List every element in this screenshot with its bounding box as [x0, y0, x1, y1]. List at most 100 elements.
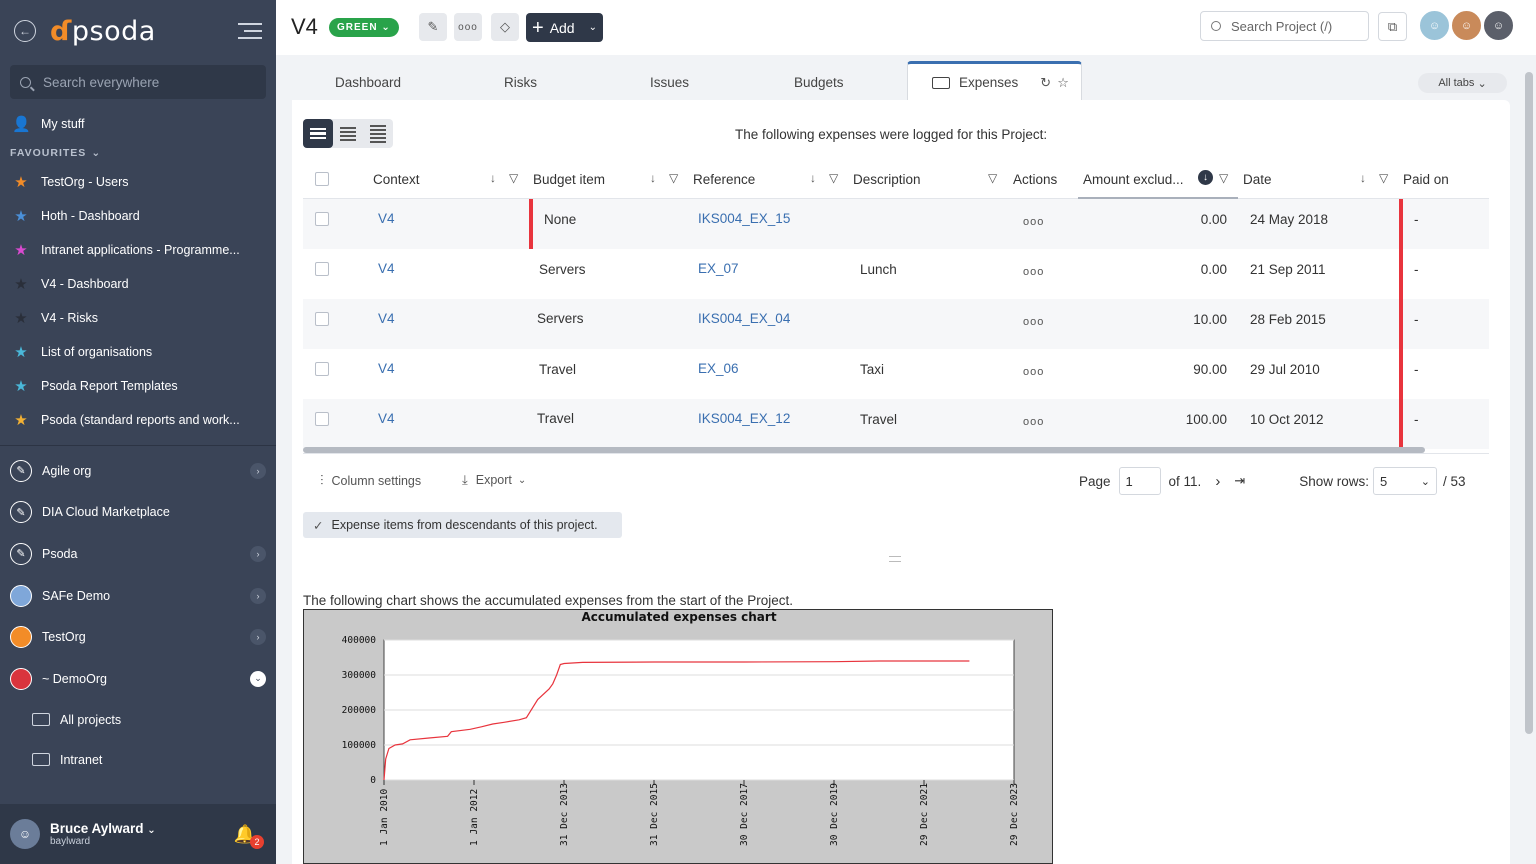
last-page-icon[interactable]: ⇥ — [1234, 473, 1245, 489]
sort-descending-icon[interactable]: ↓ — [1198, 170, 1213, 185]
row-reference-link[interactable]: IKS004_EX_12 — [698, 411, 790, 426]
table-row[interactable]: V4 Travel IKS004_EX_12 Travel ooo 100.00… — [303, 399, 1489, 449]
filter-icon[interactable]: ▽ — [509, 171, 518, 185]
back-arrow-icon[interactable]: ← — [14, 20, 36, 42]
favourite-item[interactable]: ★ V4 - Risks — [0, 301, 276, 335]
psoda-logo[interactable]: ɗpsoda — [50, 16, 156, 47]
org-item[interactable]: SAFe Demo › — [0, 575, 276, 617]
refresh-icon[interactable]: ↻ — [1040, 75, 1051, 91]
org-item[interactable]: ✎ Psoda › — [0, 533, 276, 575]
row-checkbox[interactable] — [315, 362, 329, 376]
resize-handle-icon[interactable] — [889, 556, 901, 562]
chevron-right-icon[interactable]: › — [250, 545, 266, 562]
row-actions-icon[interactable]: ooo — [1023, 216, 1044, 228]
row-checkbox[interactable] — [315, 312, 329, 326]
tag-icon[interactable]: ◇ — [491, 13, 519, 41]
chevron-down-icon[interactable]: ⌄ — [250, 670, 266, 687]
table-row[interactable]: V4 Servers EX_07 Lunch ooo 0.00 21 Sep 2… — [303, 249, 1489, 299]
avatar[interactable]: ☺ — [1418, 9, 1451, 42]
org-item[interactable]: ✎ Agile org › — [0, 450, 276, 492]
avatar[interactable]: ☺ — [1450, 9, 1483, 42]
avatar[interactable]: ☺ — [1482, 9, 1515, 42]
column-header-reference[interactable]: Reference — [693, 172, 755, 187]
favourite-item[interactable]: ★ Psoda Report Templates — [0, 369, 276, 403]
row-checkbox[interactable] — [315, 262, 329, 276]
project-search-input[interactable]: Search Project (/) — [1200, 11, 1369, 41]
add-button[interactable]: + Add ⌄ — [526, 13, 603, 42]
global-search-input[interactable]: Search everywhere — [10, 65, 266, 99]
more-options-icon[interactable]: ooo — [454, 13, 482, 41]
column-header-amount[interactable]: Amount exclud... — [1083, 172, 1184, 187]
row-context-link[interactable]: V4 — [378, 211, 395, 226]
view-dense-icon[interactable] — [363, 119, 393, 148]
next-page-icon[interactable]: › — [1215, 473, 1220, 490]
row-context-link[interactable]: V4 — [378, 311, 395, 326]
row-checkbox[interactable] — [315, 412, 329, 426]
table-row[interactable]: V4 None IKS004_EX_15 ooo 0.00 24 May 201… — [303, 199, 1489, 249]
status-badge[interactable]: GREEN ⌄ — [329, 18, 399, 37]
row-actions-icon[interactable]: ooo — [1023, 416, 1044, 428]
favourite-item[interactable]: ★ List of organisations — [0, 335, 276, 369]
favourite-item[interactable]: ★ Intranet applications - Programme... — [0, 233, 276, 267]
column-header-description[interactable]: Description — [853, 172, 921, 187]
notifications-bell-icon[interactable]: 🔔 2 — [234, 824, 264, 849]
sort-arrow-icon[interactable]: ↓ — [810, 171, 816, 185]
row-reference-link[interactable]: IKS004_EX_04 — [698, 311, 790, 326]
org-item[interactable]: ✎ DIA Cloud Marketplace — [0, 492, 276, 534]
filter-icon[interactable]: ▽ — [1379, 171, 1388, 185]
edit-pencil-icon[interactable]: ✎ — [419, 13, 447, 41]
sort-arrow-icon[interactable]: ↓ — [650, 171, 656, 185]
chevron-right-icon[interactable]: › — [250, 462, 266, 479]
row-actions-icon[interactable]: ooo — [1023, 366, 1044, 378]
table-row[interactable]: V4 Travel EX_06 Taxi ooo 90.00 29 Jul 20… — [303, 349, 1489, 399]
my-stuff-link[interactable]: 👤 My stuff — [0, 107, 276, 141]
row-reference-link[interactable]: IKS004_EX_15 — [698, 211, 790, 226]
row-context-link[interactable]: V4 — [378, 361, 395, 376]
column-header-date[interactable]: Date — [1243, 172, 1272, 187]
tab-issues[interactable]: Issues — [650, 75, 689, 90]
star-icon[interactable]: ☆ — [1057, 75, 1069, 91]
tab-risks[interactable]: Risks — [504, 75, 537, 90]
tab-expenses[interactable]: Expenses ↻ ☆ — [907, 61, 1082, 101]
row-actions-icon[interactable]: ooo — [1023, 316, 1044, 328]
sort-arrow-icon[interactable]: ↓ — [490, 171, 496, 185]
chevron-right-icon[interactable]: › — [250, 629, 266, 646]
all-tabs-dropdown[interactable]: All tabs ⌄ — [1418, 73, 1507, 93]
sort-arrow-icon[interactable]: ↓ — [1360, 171, 1366, 185]
row-reference-link[interactable]: EX_06 — [698, 361, 739, 376]
sub-item-intranet[interactable]: Intranet — [0, 740, 276, 780]
menu-collapse-icon[interactable] — [238, 23, 262, 39]
select-all-checkbox[interactable] — [315, 172, 329, 186]
row-actions-icon[interactable]: ooo — [1023, 266, 1044, 278]
row-context-link[interactable]: V4 — [378, 411, 395, 426]
filter-icon[interactable]: ▽ — [669, 171, 678, 185]
filter-icon[interactable]: ▽ — [1219, 171, 1228, 185]
org-item[interactable]: ~ DemoOrg ⌄ — [0, 658, 276, 700]
tab-budgets[interactable]: Budgets — [794, 75, 844, 90]
favourite-item[interactable]: ★ Psoda (standard reports and work... — [0, 403, 276, 437]
row-reference-link[interactable]: EX_07 — [698, 261, 739, 276]
descendants-toggle[interactable]: ✓ Expense items from descendants of this… — [303, 512, 622, 538]
row-context-link[interactable]: V4 — [378, 261, 395, 276]
view-comfortable-icon[interactable] — [303, 119, 333, 148]
filter-icon[interactable]: ▽ — [988, 171, 997, 185]
rows-per-page-select[interactable]: 5 ⌄ — [1373, 467, 1437, 495]
favourites-header[interactable]: FAVOURITES ⌄ — [0, 141, 276, 165]
export-button[interactable]: ⤓ Export ⌄ — [462, 472, 526, 488]
favourite-item[interactable]: ★ V4 - Dashboard — [0, 267, 276, 301]
external-link-icon[interactable]: ⧉ — [1378, 12, 1407, 41]
vertical-scrollbar[interactable] — [1525, 72, 1533, 734]
tab-dashboard[interactable]: Dashboard — [335, 75, 401, 90]
filter-icon[interactable]: ▽ — [829, 171, 838, 185]
avatar[interactable]: ☺ — [10, 819, 40, 849]
page-number-input[interactable]: 1 — [1118, 467, 1161, 495]
column-header-paid-on[interactable]: Paid on — [1403, 172, 1449, 187]
table-row[interactable]: V4 Servers IKS004_EX_04 ooo 10.00 28 Feb… — [303, 299, 1489, 349]
column-settings-button[interactable]: ⫶ Column settings — [320, 472, 421, 489]
column-header-context[interactable]: Context — [373, 172, 420, 187]
org-item[interactable]: TestOrg › — [0, 616, 276, 658]
view-compact-icon[interactable] — [333, 119, 363, 148]
favourite-item[interactable]: ★ Hoth - Dashboard — [0, 199, 276, 233]
user-info[interactable]: Bruce Aylward ⌄ baylward — [50, 821, 156, 847]
chevron-right-icon[interactable]: › — [250, 587, 266, 604]
